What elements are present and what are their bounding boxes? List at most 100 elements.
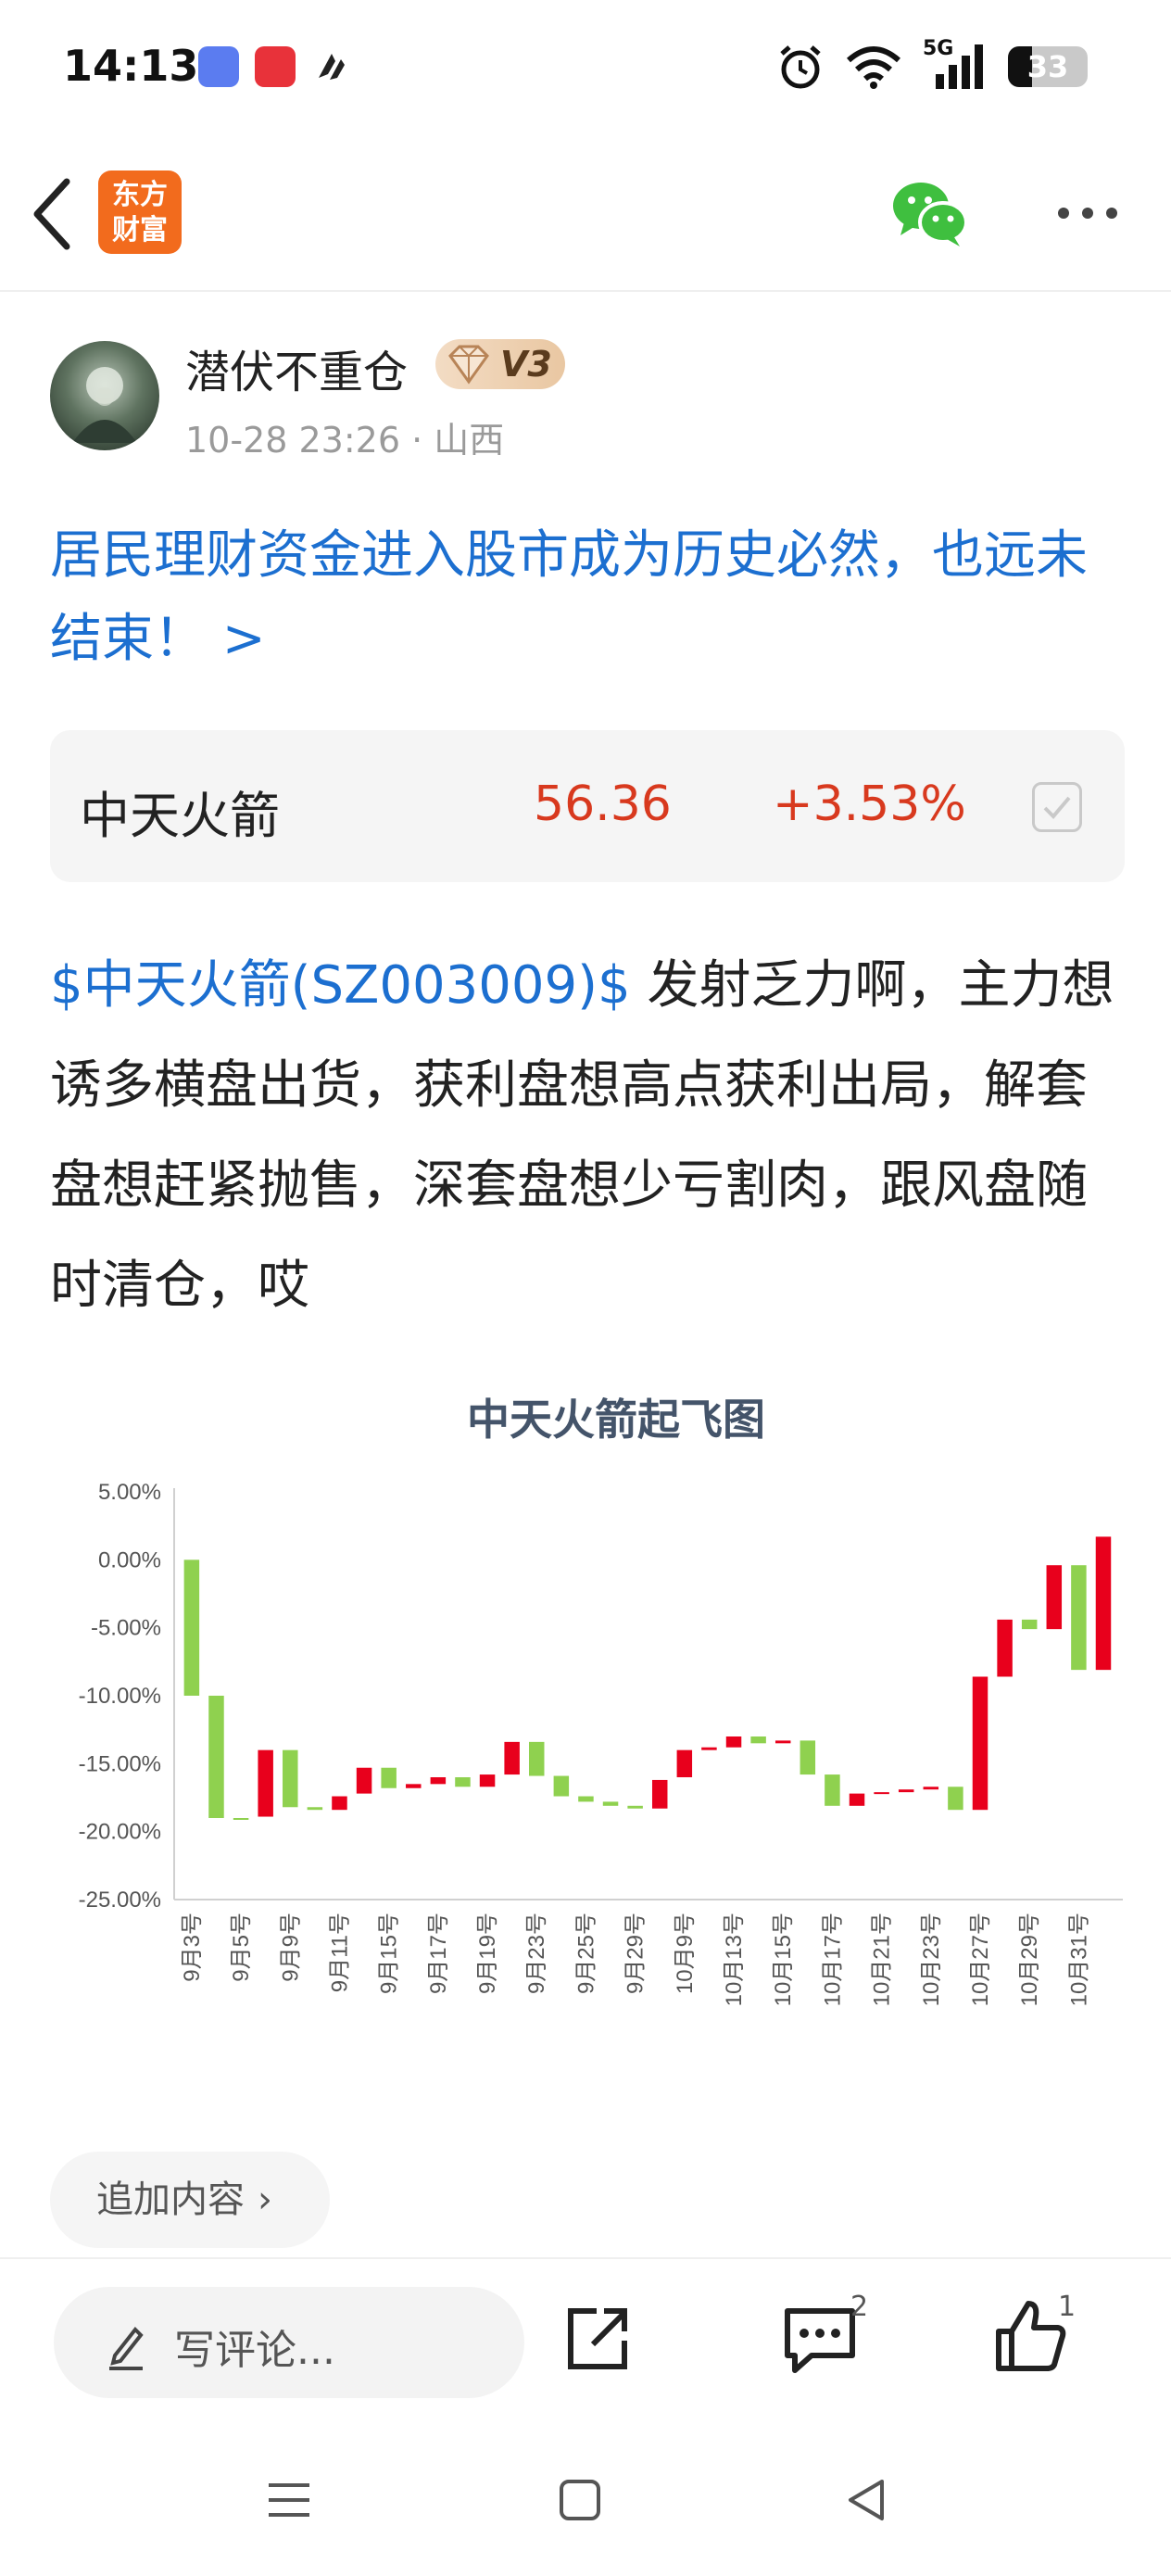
waterfall-bar	[208, 1696, 224, 1818]
comment-placeholder: 写评论...	[174, 2327, 335, 2374]
share-button[interactable]	[560, 2302, 634, 2376]
bottom-action-bar: 写评论... 2 1	[0, 2257, 1171, 2433]
check-icon	[1043, 796, 1071, 819]
like-count: 1	[1058, 2291, 1077, 2323]
waterfall-bar	[651, 1779, 668, 1809]
y-tick-label: -25.00%	[79, 1888, 161, 1913]
x-tick-label: 9月15号	[377, 1913, 402, 1994]
notification-app-icon	[198, 46, 239, 87]
pen-icon	[109, 2326, 144, 2370]
comment-count: 2	[850, 2291, 869, 2323]
x-tick-label: 10月21号	[870, 1913, 895, 2006]
waterfall-bar	[948, 1787, 963, 1811]
waterfall-bar	[627, 1805, 643, 1809]
x-tick-label: 10月17号	[820, 1913, 845, 2006]
y-tick-label: -20.00%	[79, 1820, 161, 1845]
battery-icon: 33	[1008, 46, 1088, 87]
wifi-icon	[847, 46, 900, 89]
x-tick-label: 9月23号	[524, 1913, 549, 1994]
waterfall-bar	[479, 1774, 496, 1787]
stock-change: +3.53%	[773, 777, 966, 832]
x-tick-label: 10月27号	[968, 1913, 993, 2006]
square-icon	[560, 2480, 600, 2520]
triangle-back-icon	[849, 2480, 884, 2520]
x-tick-label: 9月17号	[426, 1913, 451, 1994]
stock-quote-card[interactable]: 中天火箭 56.36 +3.53%	[50, 730, 1125, 882]
waterfall-bar	[356, 1767, 372, 1794]
share-icon	[568, 2308, 627, 2369]
y-tick-label: 0.00%	[98, 1547, 161, 1572]
waterfall-bar	[1095, 1536, 1112, 1671]
waterfall-bar	[997, 1619, 1013, 1677]
waterfall-bar	[972, 1676, 988, 1811]
x-tick-label: 10月23号	[919, 1913, 944, 2006]
x-tick-label: 9月19号	[475, 1913, 500, 1994]
waterfall-bar	[258, 1749, 273, 1817]
x-tick-label: 10月9号	[673, 1913, 698, 1994]
menu-icon	[269, 2483, 309, 2517]
vip-level-badge: V3	[435, 339, 565, 389]
waterfall-bar	[676, 1749, 693, 1777]
waterfall-bar	[183, 1559, 200, 1696]
chevron-left-icon	[33, 178, 70, 250]
author-avatar[interactable]	[50, 341, 159, 450]
waterfall-bar	[1021, 1619, 1038, 1630]
x-tick-label: 9月25号	[573, 1913, 598, 1994]
author-name[interactable]: 潜伏不重仓	[185, 335, 408, 400]
x-tick-label: 10月13号	[722, 1913, 747, 2006]
post-body: $中天火箭(SZ003009)$ 发射乏力啊，主力想诱多横盘出货，获利盘想高点获…	[50, 936, 1134, 1336]
more-icon	[1058, 208, 1117, 219]
y-tick-label: -5.00%	[91, 1616, 161, 1641]
y-tick-label: -10.00%	[79, 1684, 161, 1709]
home-button[interactable]	[552, 2472, 608, 2528]
waterfall-bar	[283, 1749, 298, 1808]
waterfall-bar	[553, 1775, 570, 1797]
waterfall-bar	[406, 1784, 422, 1788]
stock-tag-link[interactable]: $中天火箭(SZ003009)$	[50, 955, 631, 1016]
waterfall-bar	[800, 1740, 816, 1775]
waterfall-bar	[825, 1774, 840, 1806]
x-tick-label: 9月5号	[229, 1913, 254, 1982]
recent-apps-button[interactable]	[261, 2472, 317, 2528]
top-nav-bar: 东方 财富	[0, 139, 1171, 292]
waterfall-chart: 中天火箭起飞图 5.00% 0.00% -5.00% -10.00% -15.00% -20…	[79, 1395, 1123, 2006]
more-options-button[interactable]	[1041, 195, 1152, 232]
add-watchlist-checkbox[interactable]	[1032, 782, 1082, 832]
waterfall-bar	[381, 1767, 397, 1788]
y-tick-label: -15.00%	[79, 1751, 161, 1776]
waterfall-bar	[455, 1777, 471, 1787]
notification-app-icon	[311, 46, 352, 87]
signal-icon: 5G	[923, 37, 988, 91]
append-content-button[interactable]: 追加内容 ›	[50, 2152, 330, 2248]
app-logo[interactable]: 东方 财富	[98, 170, 182, 254]
post-chart-image[interactable]: 中天火箭起飞图 5.00% 0.00% -5.00% -10.00% -15.00% -20…	[37, 1371, 1149, 2076]
post-meta: 10-28 23:26 · 山西	[185, 420, 505, 461]
waterfall-bar	[602, 1801, 619, 1806]
waterfall-bar	[529, 1741, 545, 1776]
status-bar: 14:13 5G 33	[0, 0, 1171, 139]
stock-price: 56.36	[534, 777, 672, 832]
back-button[interactable]	[26, 172, 82, 256]
comment-input[interactable]: 写评论...	[54, 2287, 524, 2398]
comment-button[interactable]	[778, 2302, 862, 2376]
waterfall-bar	[750, 1736, 766, 1744]
x-tick-label: 10月15号	[771, 1913, 796, 2006]
post-title-link[interactable]: 居民理财资金进入股市成为历史必然，也远未结束！ >	[50, 514, 1125, 681]
waterfall-bar	[233, 1818, 249, 1820]
y-tick-label: 5.00%	[98, 1480, 161, 1505]
back-system-button[interactable]	[839, 2472, 895, 2528]
wechat-share-button[interactable]	[889, 176, 969, 250]
waterfall-bar	[332, 1796, 347, 1811]
x-tick-label: 9月9号	[278, 1913, 303, 1982]
waterfall-bar	[725, 1736, 742, 1748]
append-content-label: 追加内容	[96, 2178, 245, 2221]
waterfall-bar	[874, 1792, 889, 1795]
x-tick-label: 9月29号	[623, 1913, 648, 1994]
waterfall-bar	[774, 1740, 791, 1744]
x-tick-label: 9月11号	[327, 1913, 352, 1992]
chevron-right-icon: ›	[258, 2178, 272, 2221]
x-tick-label: 10月31号	[1066, 1913, 1091, 2006]
x-tick-label: 9月3号	[180, 1913, 205, 1982]
stock-name: 中天火箭	[80, 787, 280, 845]
waterfall-bar	[1071, 1565, 1087, 1671]
